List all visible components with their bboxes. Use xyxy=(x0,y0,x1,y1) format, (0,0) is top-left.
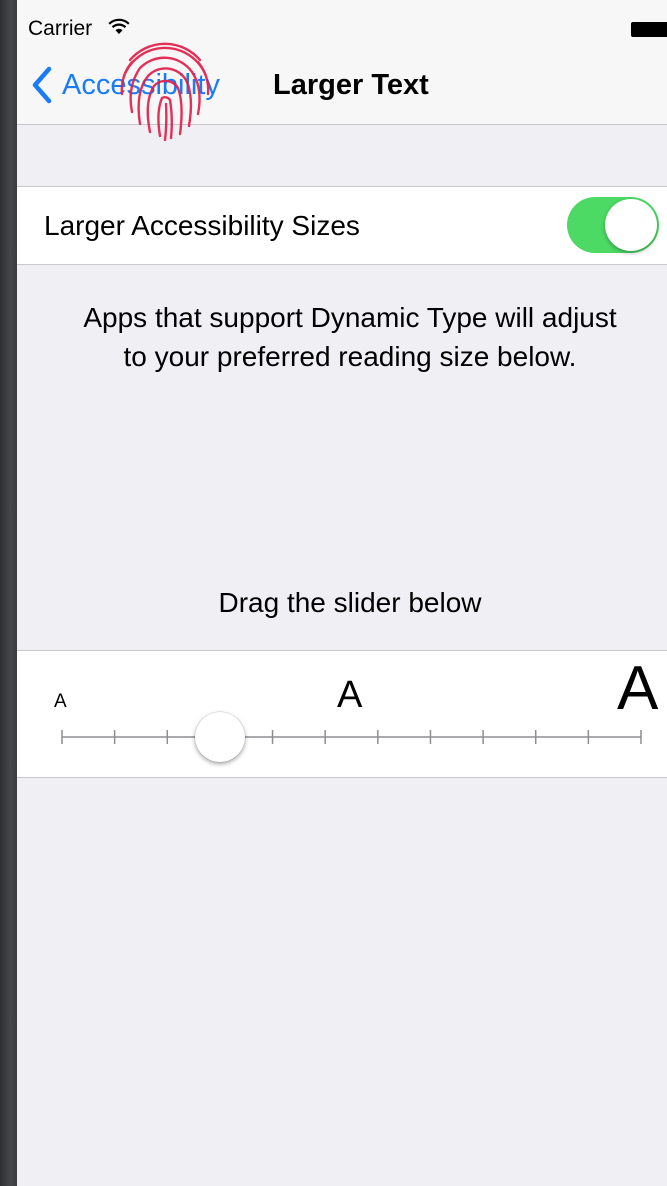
text-size-slider-track[interactable] xyxy=(17,651,667,777)
status-bar: Carrier xyxy=(17,0,667,52)
dynamic-type-description: Apps that support Dynamic Type will adju… xyxy=(83,302,617,372)
larger-accessibility-sizes-switch[interactable] xyxy=(567,197,659,253)
background-texture xyxy=(0,0,17,1186)
larger-accessibility-sizes-label: Larger Accessibility Sizes xyxy=(44,210,360,241)
battery-icon xyxy=(631,22,667,37)
text-size-slider-thumb[interactable] xyxy=(194,712,245,762)
slider-caption: Drag the slider below xyxy=(218,587,482,618)
settings-screen: Carrier Accessibility Larger Text Larger… xyxy=(17,0,667,1186)
switch-knob xyxy=(605,199,657,251)
wifi-icon xyxy=(108,18,130,34)
back-button[interactable]: Accessibility xyxy=(31,65,220,105)
larger-accessibility-sizes-row: Larger Accessibility Sizes xyxy=(17,186,667,265)
back-chevron-icon xyxy=(32,66,52,104)
carrier-label: Carrier xyxy=(28,17,93,40)
back-label: Accessibility xyxy=(62,68,220,101)
page-title: Larger Text xyxy=(273,69,429,101)
navigation-bar: Accessibility Larger Text xyxy=(17,52,667,125)
text-size-slider-row: A A A xyxy=(17,650,667,778)
